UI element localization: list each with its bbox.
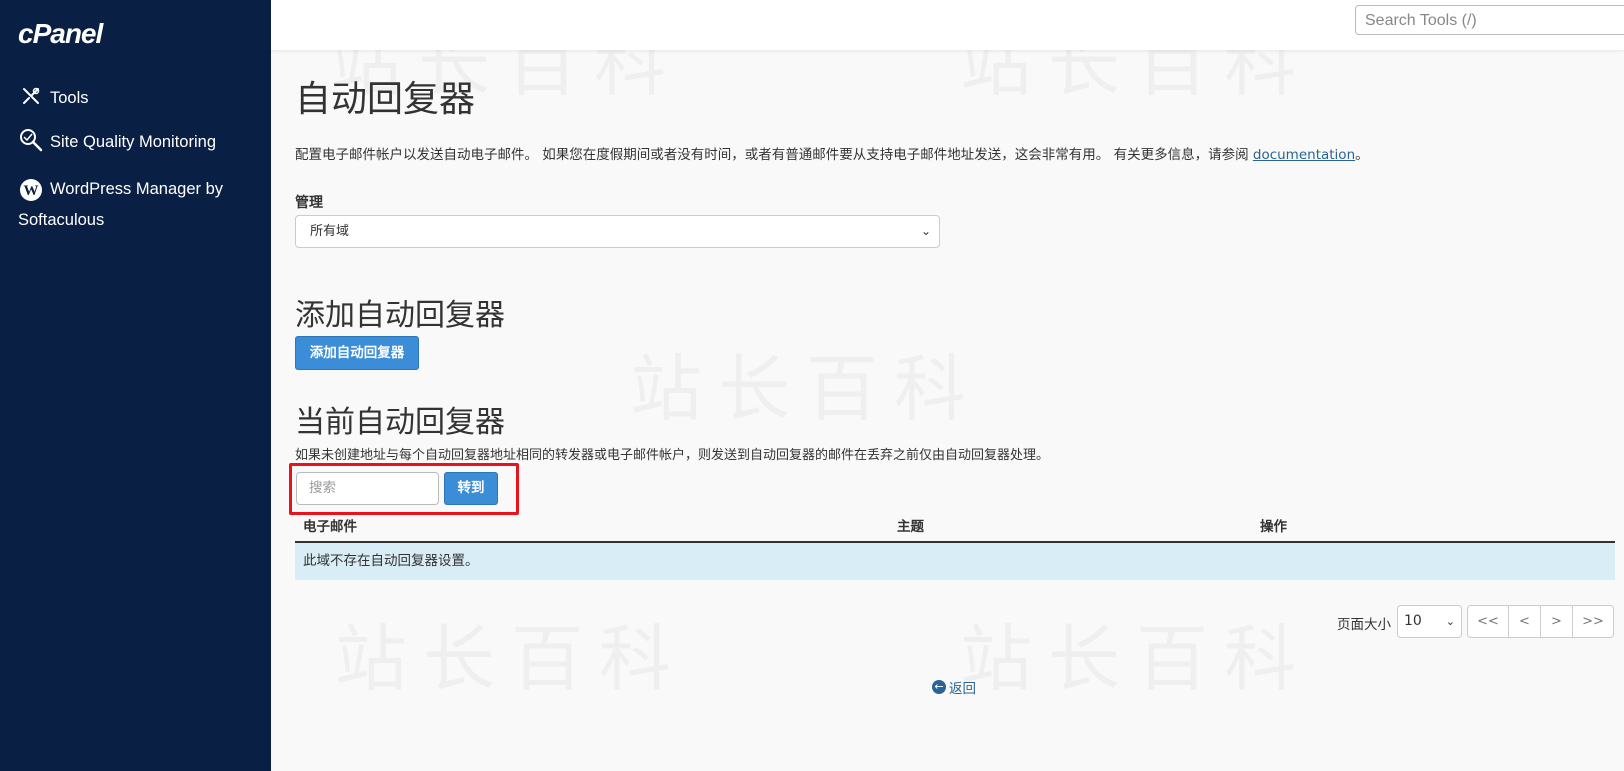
tools-icon	[18, 83, 44, 109]
sidebar-item-tools[interactable]: Tools	[18, 83, 89, 114]
manage-label: 管理	[295, 195, 323, 211]
page-title: 自动回复器	[295, 79, 476, 120]
magnifier-icon	[18, 127, 44, 153]
cpanel-logo[interactable]: cPanel	[18, 18, 103, 50]
sidebar-item-label: Tools	[50, 89, 89, 107]
domain-select[interactable]: 所有域 ⌄	[295, 215, 940, 248]
highlight-box	[289, 463, 519, 515]
sidebar: cPanel Tools Site Quality Monitoring W W…	[0, 0, 271, 771]
page-size-value: 10	[1404, 613, 1422, 629]
chevron-down-icon: ⌄	[920, 224, 931, 238]
add-autoresponder-button[interactable]: 添加自动回复器	[295, 336, 419, 370]
sidebar-item-wordpress-manager[interactable]: W WordPress Manager by Softaculous	[18, 174, 258, 236]
sidebar-item-label: Site Quality Monitoring	[50, 133, 216, 151]
watermark: 站长百科	[335, 600, 687, 705]
sidebar-item-site-quality-monitoring[interactable]: Site Quality Monitoring	[18, 127, 216, 158]
chevron-down-icon: ⌄	[1445, 615, 1455, 628]
watermark: 站长百科	[960, 600, 1312, 705]
sidebar-item-label: WordPress Manager by Softaculous	[18, 180, 224, 229]
page-size-label: 页面大小	[1337, 617, 1391, 633]
back-link-label: 返回	[949, 681, 976, 697]
current-autoresponders-heading: 当前自动回复器	[295, 405, 505, 440]
column-header-actions: 操作	[1260, 519, 1287, 535]
svg-text:W: W	[24, 183, 39, 199]
search-tools-input[interactable]: Search Tools (/)	[1355, 5, 1624, 35]
watermark: 站长百科	[630, 330, 982, 435]
add-autoresponder-heading: 添加自动回复器	[295, 298, 505, 333]
page-size-select[interactable]: 10 ⌄	[1397, 605, 1462, 638]
previous-page-button[interactable]: <	[1508, 605, 1541, 638]
page-description: 配置电子邮件帐户以发送自动电子邮件。 如果您在度假期间或者没有时间，或者有普通邮…	[295, 147, 1369, 163]
next-page-button[interactable]: >	[1540, 605, 1573, 638]
column-header-email[interactable]: 电子邮件	[303, 515, 357, 535]
empty-table-row: 此域不存在自动回复器设置。	[295, 543, 1615, 580]
column-header-subject[interactable]: 主题	[897, 515, 924, 535]
arrow-left-circle-icon: ←	[932, 680, 946, 694]
last-page-button[interactable]: >>	[1572, 605, 1614, 638]
wordpress-icon: W	[18, 177, 44, 203]
pagination: << < > >>	[1467, 605, 1614, 638]
back-link[interactable]: ← 返回	[932, 677, 976, 697]
forwarding-note: 如果未创建地址与每个自动回复器地址相同的转发器或电子邮件帐户，则发送到自动回复器…	[295, 448, 1050, 463]
documentation-link[interactable]: documentation	[1253, 147, 1355, 163]
first-page-button[interactable]: <<	[1467, 605, 1509, 638]
domain-select-value: 所有域	[310, 224, 350, 239]
